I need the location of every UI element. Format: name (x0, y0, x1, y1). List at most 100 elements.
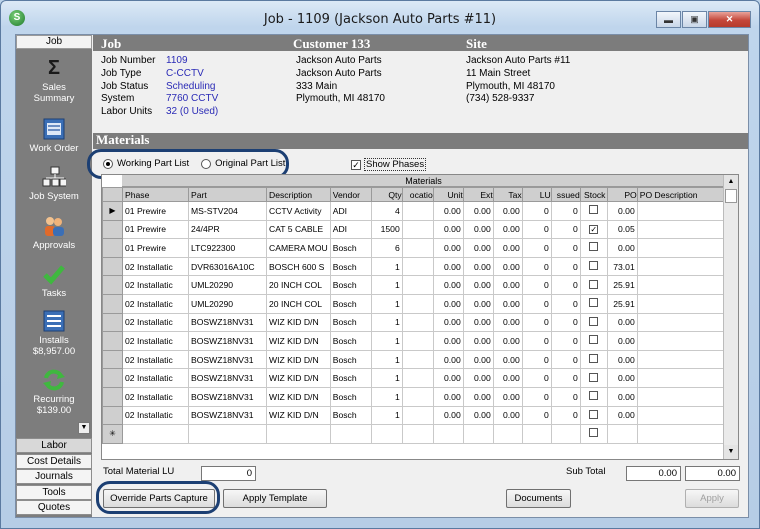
table-row[interactable]: 02 Installatic BOSWZ18NV31 WIZ KID D/N Bosc… (102, 405, 724, 426)
table-cell[interactable]: 0.00 (492, 312, 523, 333)
table-cell[interactable]: 0 (521, 201, 552, 221)
table-cell[interactable] (401, 219, 434, 240)
table-cell[interactable]: 1 (370, 349, 403, 370)
sidebar-tab-quotes[interactable]: Quotes (16, 500, 92, 515)
table-cell[interactable]: 73.01 (606, 256, 638, 277)
table-cell[interactable]: 1 (370, 275, 403, 295)
table-cell[interactable] (401, 256, 434, 277)
table-cell[interactable]: Bosch (329, 405, 372, 426)
table-cell[interactable]: 1 (370, 386, 403, 407)
table-row[interactable]: 02 Installatic UML20290 20 INCH COL Bosch 1 0… (102, 293, 724, 314)
table-cell[interactable]: 0.00 (462, 256, 494, 277)
sidebar-tab-cost-details[interactable]: Cost Details (16, 454, 92, 469)
table-cell[interactable]: 0.00 (462, 312, 494, 333)
close-button[interactable]: ✕ (708, 11, 751, 28)
table-cell[interactable] (521, 424, 552, 444)
row-selector[interactable] (102, 256, 123, 277)
table-cell[interactable]: 0.00 (492, 201, 523, 221)
column-header[interactable]: Part (188, 187, 267, 202)
table-cell[interactable]: 1500 (370, 219, 403, 240)
table-cell[interactable]: WIZ KID D/N (266, 331, 331, 351)
table-cell[interactable]: 0.00 (492, 386, 523, 407)
table-cell[interactable]: 0.00 (606, 368, 638, 388)
table-cell[interactable]: 1 (370, 312, 403, 333)
table-cell[interactable] (636, 349, 724, 370)
table-cell[interactable] (550, 424, 581, 444)
sidebar-tab-labor[interactable]: Labor (16, 438, 92, 453)
stock-checkbox[interactable] (589, 205, 599, 215)
job-type-value[interactable]: C-CCTV (166, 68, 204, 79)
table-cell[interactable]: UML20290 (188, 275, 267, 295)
table-cell[interactable]: 0.00 (462, 405, 494, 426)
sidebar-item-installs[interactable]: Installs $8,957.00 (16, 310, 92, 357)
column-header[interactable]: ssued (550, 187, 581, 202)
stock-checkbox[interactable] (589, 372, 599, 382)
table-cell[interactable]: 0.00 (606, 386, 638, 407)
table-cell[interactable]: BOSWZ18NV31 (188, 368, 267, 388)
table-row[interactable]: 02 Installatic BOSWZ18NV31 WIZ KID D/N Bosc… (102, 386, 724, 407)
sidebar-tab-tools[interactable]: Tools (16, 485, 92, 500)
maximize-button[interactable]: ▣ (682, 11, 707, 28)
row-selector[interactable] (102, 405, 123, 426)
row-selector[interactable] (102, 312, 123, 333)
column-header[interactable]: Tax (492, 187, 523, 202)
stock-checkbox[interactable] (589, 261, 599, 271)
column-header[interactable]: ocatio (401, 187, 434, 202)
table-cell[interactable]: 02 Installatic (122, 386, 189, 407)
row-selector[interactable] (102, 238, 123, 258)
row-selector[interactable] (102, 368, 123, 388)
stock-checkbox[interactable] (589, 354, 599, 364)
stock-checkbox[interactable] (589, 335, 599, 345)
row-selector[interactable]: ▶ (102, 201, 123, 221)
column-header[interactable]: Phase (122, 187, 189, 202)
table-cell[interactable]: 02 Installatic (122, 349, 189, 370)
sidebar-item-recurring[interactable]: Recurring $139.00 (16, 369, 92, 416)
table-cell[interactable] (579, 312, 608, 333)
stock-checkbox[interactable] (589, 409, 599, 419)
table-cell[interactable] (636, 368, 724, 388)
table-cell[interactable]: 0 (521, 238, 552, 258)
sidebar-header[interactable]: Job (16, 35, 92, 49)
show-phases-checkbox[interactable]: ✓ (351, 159, 361, 170)
table-cell[interactable] (579, 238, 608, 258)
table-cell[interactable] (579, 349, 608, 370)
apply-button[interactable]: Apply (685, 489, 739, 508)
table-cell[interactable]: Bosch (329, 386, 372, 407)
table-cell[interactable]: 0.00 (432, 201, 464, 221)
table-row[interactable]: 02 Installatic UML20290 20 INCH COL Bosch 1 0… (102, 275, 724, 295)
scroll-up-icon[interactable]: ▲ (724, 175, 738, 189)
table-cell[interactable]: 0 (550, 238, 581, 258)
table-row[interactable]: 02 Installatic DVR63016A10C BOSCH 600 S Bos… (102, 256, 724, 277)
table-cell[interactable]: WIZ KID D/N (266, 312, 331, 333)
table-cell[interactable] (401, 405, 434, 426)
table-cell[interactable] (579, 424, 608, 444)
table-cell[interactable] (636, 405, 724, 426)
table-cell[interactable]: 0.00 (606, 201, 638, 221)
table-cell[interactable]: Bosch (329, 331, 372, 351)
apply-template-button[interactable]: Apply Template (223, 489, 327, 508)
table-cell[interactable]: 0.00 (462, 219, 494, 240)
table-cell[interactable]: 02 Installatic (122, 312, 189, 333)
sidebar-tab-journals[interactable]: Journals (16, 469, 92, 484)
table-cell[interactable]: 0.00 (432, 256, 464, 277)
table-cell[interactable]: BOSWZ18NV31 (188, 349, 267, 370)
show-phases[interactable]: ✓ Show Phases (351, 158, 427, 171)
table-cell[interactable] (401, 331, 434, 351)
table-row[interactable]: 01 Prewire LTC922300 CAMERA MOU Bosch 6 0.00 0… (102, 238, 724, 258)
column-header[interactable]: Description (266, 187, 331, 202)
table-cell[interactable] (401, 386, 434, 407)
table-cell[interactable]: BOSWZ18NV31 (188, 312, 267, 333)
column-header[interactable]: Ext (462, 187, 494, 202)
table-cell[interactable] (579, 405, 608, 426)
table-cell[interactable]: 0 (550, 405, 581, 426)
table-cell[interactable]: 20 INCH COL (266, 275, 331, 295)
materials-grid[interactable]: Materials Phase Part Description Vendor Qty o… (101, 174, 739, 460)
table-cell[interactable] (188, 424, 267, 444)
table-cell[interactable]: 0.00 (462, 368, 494, 388)
table-cell[interactable]: CAT 5 CABLE (266, 219, 331, 240)
column-header[interactable]: Qty (370, 187, 403, 202)
table-cell[interactable]: 0.00 (606, 405, 638, 426)
table-cell[interactable] (579, 256, 608, 277)
scroll-down-icon[interactable]: ▼ (724, 445, 738, 459)
table-cell[interactable]: 0.00 (492, 331, 523, 351)
